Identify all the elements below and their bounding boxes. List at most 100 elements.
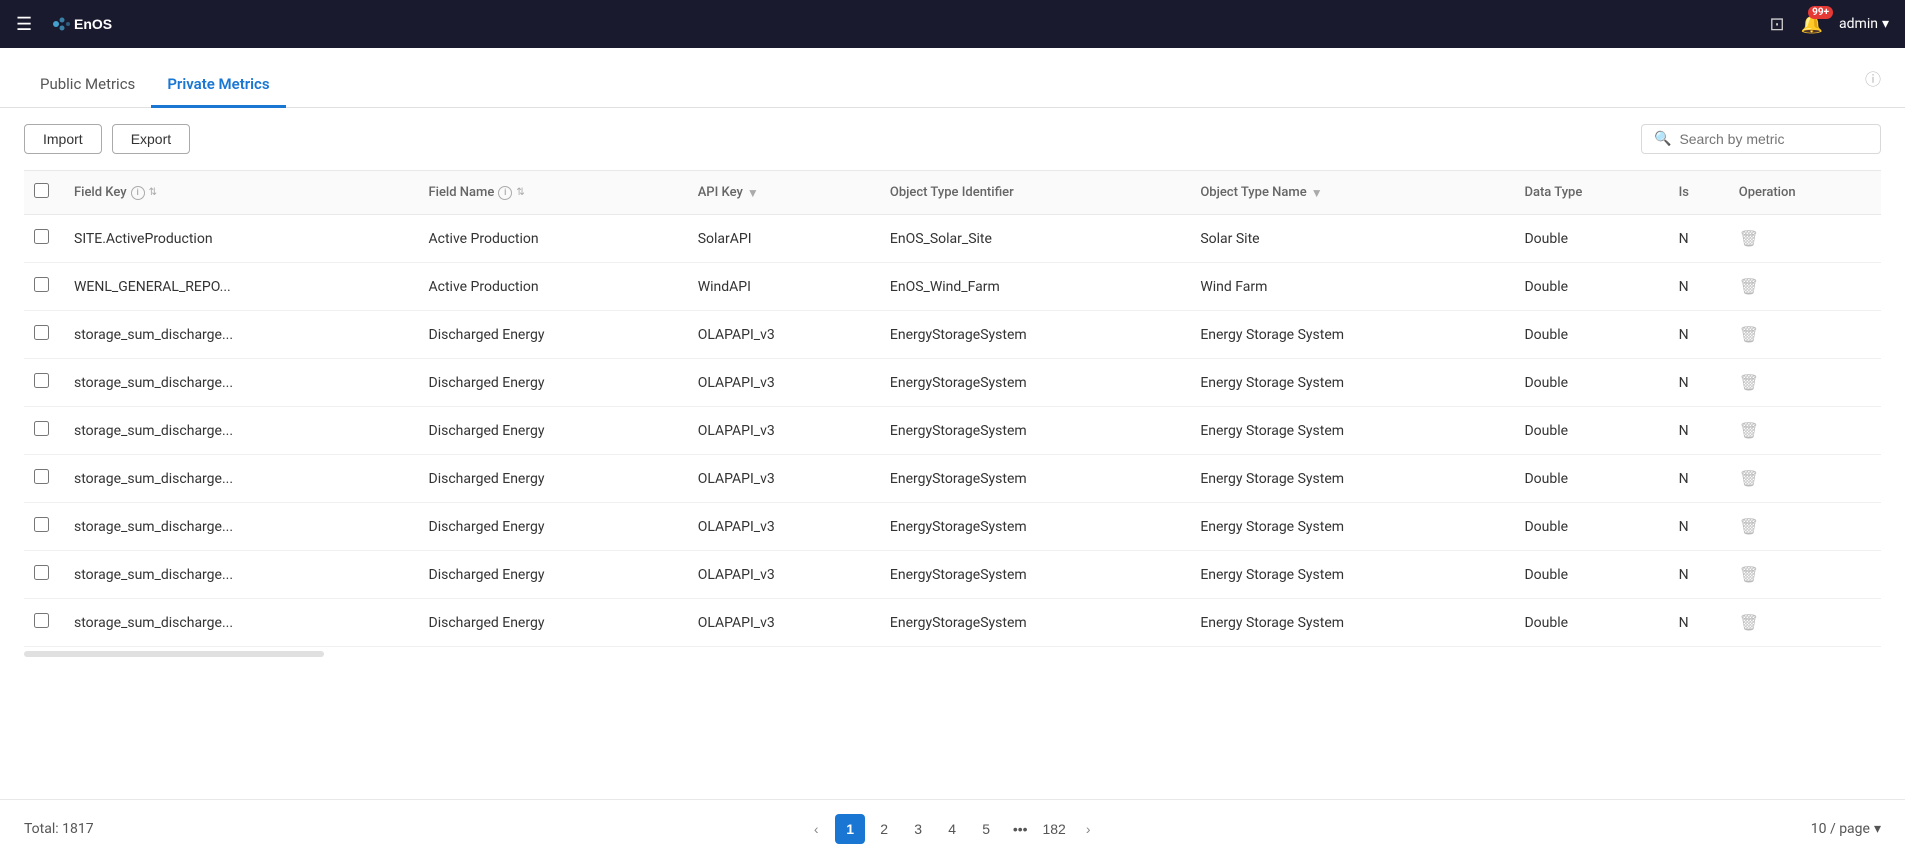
delete-icon-6[interactable]: 🗑 [1739, 517, 1759, 536]
row-checkbox-3[interactable] [34, 373, 49, 388]
cell-api-key: SolarAPI [688, 215, 880, 263]
row-checkbox-0[interactable] [34, 229, 49, 244]
row-checkbox-2[interactable] [34, 325, 49, 340]
cell-field-name: Discharged Energy [419, 599, 688, 647]
table-row: storage_sum_discharge... Discharged Ener… [24, 599, 1881, 647]
object-type-name-filter-icon[interactable]: ▼ [1311, 186, 1323, 200]
cell-object-type-id: EnOS_Solar_Site [880, 215, 1190, 263]
field-name-sort-icon[interactable]: ⇅ [516, 187, 524, 198]
cell-is: N [1669, 215, 1729, 263]
export-button[interactable]: Export [112, 124, 190, 154]
api-key-filter-icon[interactable]: ▼ [747, 186, 759, 200]
delete-icon-8[interactable]: 🗑 [1739, 613, 1759, 632]
table-row: storage_sum_discharge... Discharged Ener… [24, 503, 1881, 551]
row-checkbox-4[interactable] [34, 421, 49, 436]
cell-is: N [1669, 359, 1729, 407]
col-api-key: API Key ▼ [688, 171, 880, 215]
cell-field-key: SITE.ActiveProduction [64, 215, 419, 263]
toolbar-actions: Import Export [24, 124, 190, 154]
import-button[interactable]: Import [24, 124, 102, 154]
field-key-info-icon[interactable]: i [131, 186, 145, 200]
row-checkbox-1[interactable] [34, 277, 49, 292]
row-checkbox-5[interactable] [34, 469, 49, 484]
cell-object-type-name: Energy Storage System [1190, 407, 1514, 455]
page-1-button[interactable]: 1 [835, 814, 865, 844]
cell-data-type: Double [1514, 503, 1668, 551]
page-5-button[interactable]: 5 [971, 814, 1001, 844]
cell-field-key: storage_sum_discharge... [64, 407, 419, 455]
tab-public-metrics[interactable]: Public Metrics [24, 75, 151, 108]
row-checkbox-7[interactable] [34, 565, 49, 580]
table-row: WENL_GENERAL_REPO... Active Production W… [24, 263, 1881, 311]
field-key-sort-icon[interactable]: ⇅ [149, 187, 157, 198]
cell-object-type-name: Energy Storage System [1190, 599, 1514, 647]
page-size-selector[interactable]: 10 / page ▾ [1811, 821, 1881, 837]
row-checkbox-8[interactable] [34, 613, 49, 628]
cell-field-name: Active Production [419, 263, 688, 311]
cell-api-key: OLAPAPI_v3 [688, 455, 880, 503]
cell-object-type-id: EnergyStorageSystem [880, 599, 1190, 647]
cell-operation: 🗑 [1729, 359, 1881, 407]
cell-api-key: OLAPAPI_v3 [688, 551, 880, 599]
cell-api-key: OLAPAPI_v3 [688, 359, 880, 407]
hamburger-menu[interactable]: ☰ [16, 14, 32, 35]
col-object-type-name: Object Type Name ▼ [1190, 171, 1514, 215]
cell-data-type: Double [1514, 263, 1668, 311]
admin-menu[interactable]: admin ▾ [1839, 16, 1889, 32]
cell-object-type-name: Energy Storage System [1190, 359, 1514, 407]
cell-is: N [1669, 551, 1729, 599]
horizontal-scrollbar[interactable] [24, 651, 324, 657]
delete-icon-7[interactable]: 🗑 [1739, 565, 1759, 584]
delete-icon-4[interactable]: 🗑 [1739, 421, 1759, 440]
cell-field-key: storage_sum_discharge... [64, 359, 419, 407]
delete-icon-0[interactable]: 🗑 [1739, 229, 1759, 248]
page-2-button[interactable]: 2 [869, 814, 899, 844]
select-all-checkbox[interactable] [34, 183, 49, 198]
next-page-button[interactable]: › [1073, 814, 1103, 844]
monitor-icon[interactable]: ⊡ [1770, 14, 1785, 35]
delete-icon-2[interactable]: 🗑 [1739, 325, 1759, 344]
prev-page-button[interactable]: ‹ [801, 814, 831, 844]
cell-data-type: Double [1514, 359, 1668, 407]
row-checkbox-cell [24, 359, 64, 407]
cell-operation: 🗑 [1729, 551, 1881, 599]
cell-object-type-id: EnergyStorageSystem [880, 551, 1190, 599]
delete-icon-1[interactable]: 🗑 [1739, 277, 1759, 296]
page-4-button[interactable]: 4 [937, 814, 967, 844]
cell-field-key: storage_sum_discharge... [64, 311, 419, 359]
cell-operation: 🗑 [1729, 263, 1881, 311]
page-info-icon[interactable]: ⓘ [1865, 66, 1881, 90]
cell-field-key: storage_sum_discharge... [64, 551, 419, 599]
table-row: storage_sum_discharge... Discharged Ener… [24, 407, 1881, 455]
cell-api-key: OLAPAPI_v3 [688, 407, 880, 455]
pagination: ‹ 1 2 3 4 5 ••• 182 › [801, 814, 1103, 844]
row-checkbox-cell [24, 311, 64, 359]
table-row: SITE.ActiveProduction Active Production … [24, 215, 1881, 263]
delete-icon-3[interactable]: 🗑 [1739, 373, 1759, 392]
row-checkbox-6[interactable] [34, 517, 49, 532]
bell-button[interactable]: 🔔 99+ [1801, 14, 1823, 35]
cell-object-type-id: EnergyStorageSystem [880, 455, 1190, 503]
cell-field-name: Discharged Energy [419, 407, 688, 455]
page-ellipsis: ••• [1005, 814, 1035, 844]
table-row: storage_sum_discharge... Discharged Ener… [24, 551, 1881, 599]
page-3-button[interactable]: 3 [903, 814, 933, 844]
logo: EnOS [48, 12, 118, 36]
total-count: Total: 1817 [24, 821, 94, 837]
tab-private-metrics[interactable]: Private Metrics [151, 75, 285, 108]
table-header-row: Field Key i ⇅ Field Name i ⇅ [24, 171, 1881, 215]
cell-api-key: WindAPI [688, 263, 880, 311]
row-checkbox-cell [24, 551, 64, 599]
cell-api-key: OLAPAPI_v3 [688, 311, 880, 359]
search-input[interactable] [1679, 131, 1868, 147]
cell-data-type: Double [1514, 311, 1668, 359]
cell-operation: 🗑 [1729, 407, 1881, 455]
cell-data-type: Double [1514, 407, 1668, 455]
field-name-info-icon[interactable]: i [498, 186, 512, 200]
row-checkbox-cell [24, 407, 64, 455]
cell-object-type-id: EnergyStorageSystem [880, 503, 1190, 551]
page-182-button[interactable]: 182 [1039, 814, 1069, 844]
delete-icon-5[interactable]: 🗑 [1739, 469, 1759, 488]
table-body: SITE.ActiveProduction Active Production … [24, 215, 1881, 647]
cell-field-key: storage_sum_discharge... [64, 503, 419, 551]
